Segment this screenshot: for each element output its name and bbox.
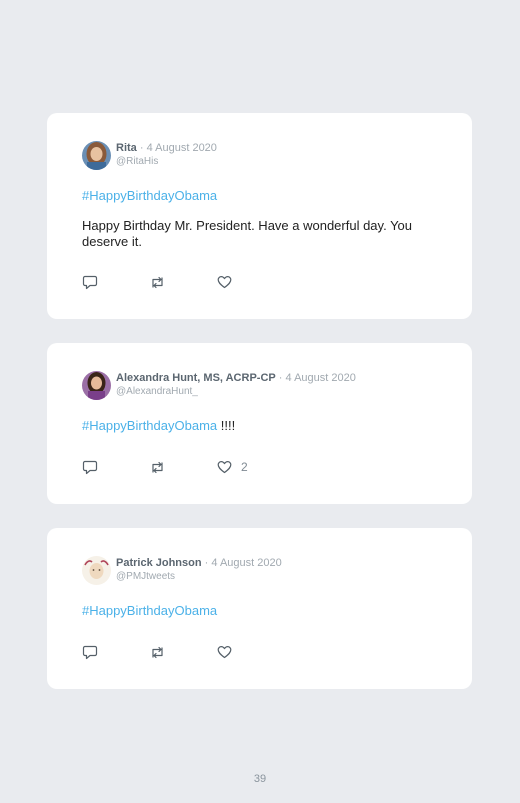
tweet-text: !!!! xyxy=(220,418,236,433)
tweet-actions xyxy=(82,645,282,661)
tweet-header: Alexandra Hunt, MS, ACRP-CP · 4 August 2… xyxy=(116,372,356,398)
avatar[interactable] xyxy=(82,141,111,170)
avatar[interactable] xyxy=(82,556,111,585)
tweet-header: Rita · 4 August 2020 @RitaHis xyxy=(116,142,217,168)
reply-button[interactable] xyxy=(82,275,98,290)
retweet-button[interactable] xyxy=(149,275,166,290)
like-button[interactable] xyxy=(217,275,241,289)
separator: · xyxy=(204,557,209,569)
reply-button[interactable] xyxy=(82,460,98,475)
tweet-date[interactable]: 4 August 2020 xyxy=(211,557,281,569)
reply-icon xyxy=(82,460,98,475)
heart-icon xyxy=(217,276,232,289)
separator: · xyxy=(278,372,283,384)
like-count: 2 xyxy=(241,460,248,474)
hashtag-link[interactable]: #HappyBirthdayObama xyxy=(82,188,217,203)
avatar[interactable] xyxy=(82,371,111,400)
author-name[interactable]: Rita xyxy=(116,142,137,154)
author-handle[interactable]: @RitaHis xyxy=(116,155,217,168)
like-button[interactable]: 2 xyxy=(217,460,248,474)
page-number: 39 xyxy=(253,773,267,785)
heart-icon xyxy=(217,646,232,659)
tweet-date[interactable]: 4 August 2020 xyxy=(286,372,356,384)
retweet-icon xyxy=(152,461,163,474)
tweet-date[interactable]: 4 August 2020 xyxy=(147,142,217,154)
tweet-card: Alexandra Hunt, MS, ACRP-CP · 4 August 2… xyxy=(47,343,472,504)
author-name[interactable]: Alexandra Hunt, MS, ACRP-CP xyxy=(116,372,276,384)
tweet-card: Patrick Johnson · 4 August 2020 @PMJtwee… xyxy=(47,528,472,689)
author-handle[interactable]: @PMJtweets xyxy=(116,570,282,583)
hashtag-link[interactable]: #HappyBirthdayObama xyxy=(82,603,217,618)
separator: · xyxy=(139,142,144,154)
author-handle[interactable]: @AlexandraHunt_ xyxy=(116,385,356,398)
reply-icon xyxy=(82,645,98,660)
retweet-icon xyxy=(152,646,163,659)
reply-button[interactable] xyxy=(82,645,98,660)
tweet-actions: 2 xyxy=(82,460,282,476)
hashtag-link[interactable]: #HappyBirthdayObama xyxy=(82,418,217,433)
tweet-card: Rita · 4 August 2020 @RitaHis #HappyBirt… xyxy=(47,113,472,319)
tweet-actions xyxy=(82,275,282,291)
retweet-button[interactable] xyxy=(149,645,166,660)
author-name[interactable]: Patrick Johnson xyxy=(116,557,202,569)
retweet-icon xyxy=(152,276,163,289)
heart-icon xyxy=(217,461,232,474)
tweet-text: Happy Birthday Mr. President. Have a won… xyxy=(82,218,413,249)
tweet-header: Patrick Johnson · 4 August 2020 @PMJtwee… xyxy=(116,557,282,583)
like-button[interactable] xyxy=(217,645,241,659)
retweet-button[interactable] xyxy=(149,460,166,475)
reply-icon xyxy=(82,275,98,290)
